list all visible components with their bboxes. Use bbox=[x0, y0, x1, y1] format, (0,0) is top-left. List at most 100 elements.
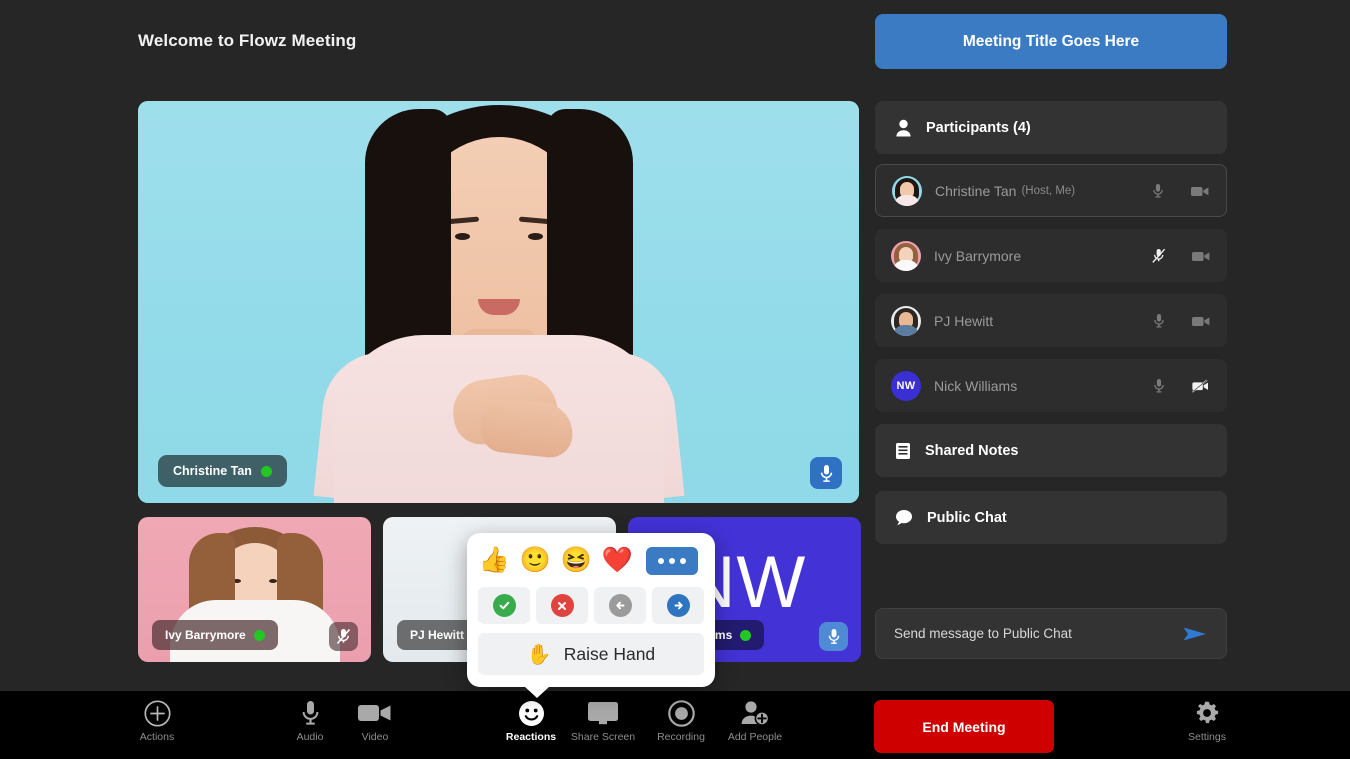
participant-name: Ivy Barrymore bbox=[165, 628, 246, 642]
send-message-button[interactable] bbox=[1182, 624, 1208, 644]
thumbnail-name-badge: Ivy Barrymore bbox=[152, 620, 278, 650]
avatar bbox=[891, 305, 921, 336]
emoji-reaction-row: 👍 🙂 😆 ❤️ bbox=[478, 544, 704, 577]
thumbnail-tile-ivy[interactable]: Ivy Barrymore bbox=[138, 517, 371, 662]
monitor-icon bbox=[587, 699, 619, 727]
raised-hand-icon: ✋ bbox=[526, 643, 552, 666]
gear-icon bbox=[1194, 699, 1220, 727]
shared-notes-button[interactable]: Shared Notes bbox=[875, 424, 1227, 477]
participant-controls bbox=[1149, 376, 1211, 396]
video-camera-icon[interactable] bbox=[1191, 246, 1211, 266]
ellipsis-icon bbox=[658, 557, 664, 564]
microphone-icon bbox=[820, 464, 832, 482]
participant-row-ivy[interactable]: Ivy Barrymore bbox=[875, 229, 1227, 282]
toolbar-label: Recording bbox=[657, 731, 705, 743]
toolbar-actions-button[interactable]: Actions bbox=[114, 699, 200, 743]
participant-name: Ivy Barrymore bbox=[934, 247, 1022, 264]
toolbar-video-button[interactable]: Video bbox=[332, 699, 418, 743]
more-reactions-button[interactable] bbox=[646, 546, 698, 575]
microphone-icon bbox=[828, 629, 839, 644]
shared-notes-label: Shared Notes bbox=[925, 442, 1019, 459]
participant-name: PJ Hewitt bbox=[934, 312, 994, 329]
microphone-icon bbox=[301, 699, 320, 727]
disagree-button[interactable] bbox=[536, 587, 588, 624]
smiley-icon bbox=[518, 699, 545, 727]
x-circle-icon bbox=[550, 594, 574, 617]
right-sidebar: Meeting Title Goes Here Participants (4)… bbox=[875, 14, 1227, 544]
ellipsis-icon bbox=[680, 557, 686, 564]
toolbar-label: Reactions bbox=[505, 731, 557, 743]
raise-hand-button[interactable]: ✋ Raise Hand bbox=[478, 633, 704, 675]
smile-reaction-button[interactable]: 🙂 bbox=[519, 544, 552, 577]
online-status-dot bbox=[253, 629, 265, 641]
thumbnail-name-badge: PJ Hewitt bbox=[397, 620, 478, 650]
avatar bbox=[892, 175, 922, 206]
public-chat-button[interactable]: Public Chat bbox=[875, 491, 1227, 544]
thumbnail-mic-muted-button[interactable] bbox=[329, 622, 358, 651]
raise-hand-label: Raise Hand bbox=[563, 643, 656, 664]
person-icon bbox=[896, 119, 911, 136]
send-icon bbox=[1183, 627, 1206, 640]
avatar bbox=[891, 240, 921, 271]
online-status-dot bbox=[740, 629, 752, 641]
participant-controls bbox=[1148, 181, 1210, 201]
video-camera-off-icon[interactable] bbox=[1191, 376, 1211, 396]
arrow-left-circle-icon bbox=[608, 594, 632, 617]
participant-name: Christine Tan bbox=[935, 182, 1017, 199]
toolbar-label: Actions bbox=[139, 731, 175, 743]
toolbar-label: Add People bbox=[727, 731, 783, 743]
avatar: NW bbox=[891, 370, 921, 401]
main-video-mic-button[interactable] bbox=[810, 457, 842, 489]
participant-controls bbox=[1149, 311, 1211, 331]
microphone-icon[interactable] bbox=[1149, 311, 1169, 331]
arrow-right-button[interactable] bbox=[652, 587, 704, 624]
agree-button[interactable] bbox=[478, 587, 530, 624]
toolbar-settings-button[interactable]: Settings bbox=[1164, 699, 1250, 743]
thumbs-up-reaction-button[interactable]: 👍 bbox=[478, 544, 511, 577]
avatar-initials: NW bbox=[896, 379, 916, 392]
toolbar-share-screen-button[interactable]: Share Screen bbox=[560, 699, 646, 743]
microphone-muted-icon[interactable] bbox=[1149, 246, 1169, 266]
thumbnail-mic-button[interactable] bbox=[819, 622, 848, 651]
main-stage: Christine Tan bbox=[138, 101, 859, 503]
microphone-icon[interactable] bbox=[1148, 181, 1168, 201]
chat-message-input[interactable] bbox=[894, 626, 1182, 641]
bottom-toolbar: Actions Audio Video Reactions Share Scre… bbox=[0, 691, 1350, 759]
meeting-app: Welcome to Flowz Meeting Christine Tan I… bbox=[0, 0, 1350, 759]
notes-icon bbox=[896, 442, 910, 459]
meeting-title-button[interactable]: Meeting Title Goes Here bbox=[875, 14, 1227, 69]
check-circle-icon bbox=[492, 594, 516, 617]
heart-reaction-button[interactable]: ❤️ bbox=[601, 544, 634, 577]
plus-circle-icon bbox=[143, 699, 171, 727]
arrow-right-circle-icon bbox=[666, 594, 690, 617]
end-meeting-button[interactable]: End Meeting bbox=[874, 700, 1054, 753]
main-video-tile[interactable]: Christine Tan bbox=[138, 101, 859, 503]
participant-row-pj[interactable]: PJ Hewitt bbox=[875, 294, 1227, 347]
microphone-muted-icon bbox=[336, 628, 351, 645]
participant-row-christine[interactable]: Christine Tan (Host, Me) bbox=[875, 164, 1227, 217]
toolbar-add-people-button[interactable]: Add People bbox=[712, 699, 798, 743]
arrow-left-button[interactable] bbox=[594, 587, 646, 624]
chat-bubble-icon bbox=[896, 510, 912, 526]
participants-header[interactable]: Participants (4) bbox=[875, 101, 1227, 154]
microphone-icon[interactable] bbox=[1149, 376, 1169, 396]
toolbar-label: Share Screen bbox=[570, 731, 636, 743]
laugh-reaction-button[interactable]: 😆 bbox=[560, 544, 593, 577]
participant-name: Nick Williams bbox=[934, 377, 1018, 394]
video-camera-icon[interactable] bbox=[1190, 181, 1210, 201]
participants-list: Christine Tan (Host, Me) Ivy Barrymore P… bbox=[875, 164, 1227, 412]
reactions-popup: 👍 🙂 😆 ❤️ ✋ Raise Hand bbox=[467, 533, 715, 698]
record-circle-icon bbox=[667, 699, 695, 727]
participants-label: Participants (4) bbox=[926, 119, 1031, 136]
toolbar-label: Settings bbox=[1188, 731, 1226, 743]
participant-video-feed bbox=[138, 101, 859, 503]
ellipsis-icon bbox=[669, 557, 675, 564]
chat-input-bar[interactable] bbox=[875, 608, 1227, 659]
participant-row-nick[interactable]: NW Nick Williams bbox=[875, 359, 1227, 412]
status-reaction-row bbox=[478, 587, 704, 624]
video-camera-icon[interactable] bbox=[1191, 311, 1211, 331]
online-status-dot bbox=[260, 465, 272, 477]
toolbar-label: Audio bbox=[296, 731, 324, 743]
person-plus-icon bbox=[740, 699, 770, 727]
public-chat-label: Public Chat bbox=[927, 509, 1007, 526]
